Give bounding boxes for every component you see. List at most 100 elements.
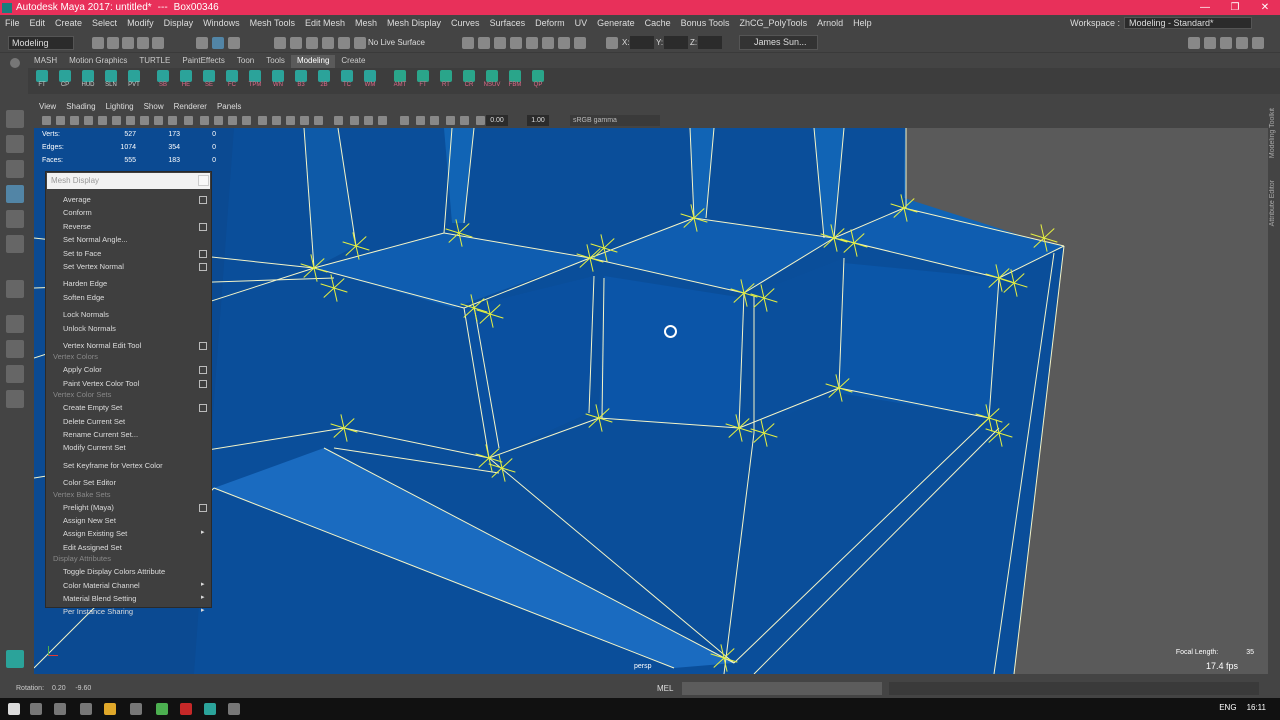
transform-input-icon[interactable] (606, 37, 618, 49)
app-icon[interactable] (180, 703, 192, 715)
menu-item-per-instance-sharing[interactable]: Per Instance Sharing (63, 606, 133, 618)
panel-toolbar-icon[interactable] (70, 116, 79, 125)
menu-file[interactable]: File (0, 18, 25, 28)
rotate-tool-icon[interactable] (6, 210, 24, 228)
panel-menu-shading[interactable]: Shading (61, 102, 100, 114)
new-scene-icon[interactable] (92, 37, 104, 49)
side-by-side-layout-icon[interactable] (6, 365, 24, 383)
menu-deform[interactable]: Deform (530, 18, 570, 28)
ipr-render-icon[interactable] (510, 37, 522, 49)
panel-toolbar-icon[interactable] (430, 116, 439, 125)
render-frame-icon[interactable] (462, 37, 474, 49)
menu-item-set-to-face[interactable]: Set to Face (63, 248, 101, 260)
menu-item-average[interactable]: Average (63, 194, 91, 206)
tear-off-icon[interactable] (198, 175, 209, 186)
minimize-button[interactable]: — (1190, 0, 1220, 15)
menu-mesh-tools[interactable]: Mesh Tools (245, 18, 300, 28)
shelf-button[interactable]: SB (153, 70, 173, 92)
panel-toolbar-icon[interactable] (84, 116, 93, 125)
panel-toolbar-icon[interactable] (476, 116, 485, 125)
option-box-icon[interactable] (199, 404, 207, 413)
render-setup-icon[interactable] (542, 37, 554, 49)
close-button[interactable]: ✕ (1250, 0, 1280, 15)
menu-item-toggle-display-colors-attribute[interactable]: Toggle Display Colors Attribute (63, 566, 165, 578)
option-box-icon[interactable] (199, 366, 207, 375)
menu-item-assign-existing-set[interactable]: Assign Existing Set (63, 528, 127, 540)
panel-toolbar-icon[interactable] (184, 116, 193, 125)
menu-edit-mesh[interactable]: Edit Mesh (300, 18, 350, 28)
viewport-perspective[interactable]: Verts: 527 173 0 Edges: 1074 354 0 Faces: 555 183 0… (34, 128, 1268, 674)
exposure-field[interactable]: 0.00 (486, 115, 508, 126)
user-account-dropdown[interactable]: James Sun... (739, 35, 818, 50)
menu-item-modify-current-set[interactable]: Modify Current Set (63, 442, 126, 454)
layer-editor-icon[interactable] (1252, 37, 1264, 49)
menu-help[interactable]: Help (848, 18, 877, 28)
snap-curve-icon[interactable] (290, 37, 302, 49)
option-box-icon[interactable] (199, 196, 207, 204)
menu-item-edit-assigned-set[interactable]: Edit Assigned Set (63, 542, 122, 554)
lasso-tool-icon[interactable] (6, 135, 24, 153)
hypershade-icon[interactable] (526, 37, 538, 49)
shelf-button[interactable]: TPM (245, 70, 265, 92)
panel-toolbar-icon[interactable] (126, 116, 135, 125)
scale-tool-icon[interactable] (6, 235, 24, 253)
shelf-button[interactable]: TC (337, 70, 357, 92)
modeling-toolkit-icon[interactable] (1188, 37, 1200, 49)
paint-select-tool-icon[interactable] (6, 160, 24, 178)
shelf-settings-gear-icon[interactable] (10, 58, 20, 68)
single-perspective-layout-icon[interactable] (6, 315, 24, 333)
windows-start-icon[interactable] (8, 703, 20, 715)
channel-box-icon[interactable] (1236, 37, 1248, 49)
language-indicator[interactable]: ENG (1219, 703, 1236, 712)
pause-viewport-icon[interactable] (574, 37, 586, 49)
light-editor-icon[interactable] (558, 37, 570, 49)
option-box-icon[interactable] (199, 222, 207, 231)
panel-toolbar-icon[interactable] (228, 116, 237, 125)
four-view-layout-icon[interactable] (6, 340, 24, 358)
panel-toolbar-icon[interactable] (140, 116, 149, 125)
undo-icon[interactable] (137, 37, 149, 49)
menu-item-conform[interactable]: Conform (63, 207, 92, 219)
shelf-button[interactable]: QP (528, 70, 548, 92)
menu-item-set-keyframe-for-vertex-color[interactable]: Set Keyframe for Vertex Color (63, 460, 163, 472)
menu-item-set-vertex-normal[interactable]: Set Vertex Normal (63, 261, 124, 273)
menu-item-paint-vertex-color-tool[interactable]: Paint Vertex Color Tool (63, 378, 139, 390)
render-view-icon[interactable] (494, 37, 506, 49)
menu-item-apply-color[interactable]: Apply Color (63, 364, 102, 376)
menu-item-unlock-normals[interactable]: Unlock Normals (63, 323, 116, 335)
panel-toolbar-icon[interactable] (286, 116, 295, 125)
shelf-button[interactable]: B3 (291, 70, 311, 92)
attribute-editor-icon[interactable] (1204, 37, 1216, 49)
menu-select[interactable]: Select (87, 18, 122, 28)
menu-mesh-display[interactable]: Mesh Display (382, 18, 446, 28)
shelf-button[interactable]: WM (360, 70, 380, 92)
shelf-button[interactable]: CR (459, 70, 479, 92)
option-box-icon[interactable] (199, 503, 207, 512)
menu-cache[interactable]: Cache (640, 18, 676, 28)
shelf-tab-modeling[interactable]: Modeling (290, 55, 336, 68)
panel-toolbar-icon[interactable] (400, 116, 409, 125)
shelf-button[interactable]: HE (176, 70, 196, 92)
search-icon[interactable] (30, 703, 42, 715)
panel-toolbar-icon[interactable] (98, 116, 107, 125)
shelf-button[interactable]: 2B (314, 70, 334, 92)
snap-view-icon[interactable] (338, 37, 350, 49)
open-scene-icon[interactable] (107, 37, 119, 49)
menu-display[interactable]: Display (159, 18, 199, 28)
menu-windows[interactable]: Windows (198, 18, 245, 28)
menu-item-lock-normals[interactable]: Lock Normals (63, 309, 109, 321)
menu-item-color-material-channel[interactable]: Color Material Channel (63, 580, 140, 592)
app-icon[interactable] (130, 703, 142, 715)
gamma-field[interactable]: 1.00 (527, 115, 549, 126)
panel-toolbar-icon[interactable] (350, 116, 359, 125)
menu-modify[interactable]: Modify (122, 18, 159, 28)
task-view-icon[interactable] (54, 703, 66, 715)
shelf-tab-mash[interactable]: MASH (28, 55, 63, 68)
document-app-icon[interactable] (80, 703, 92, 715)
shelf-tab-tools[interactable]: Tools (260, 55, 291, 68)
shelf-button[interactable]: HUD (78, 70, 98, 92)
menu-item-set-normal-angle[interactable]: Set Normal Angle... (63, 234, 128, 246)
modeling-toolkit-tab[interactable]: Modeling Toolkit (1269, 108, 1276, 158)
workspace-dropdown[interactable]: Modeling - Standard* (1124, 17, 1252, 29)
shelf-button[interactable]: CP (55, 70, 75, 92)
